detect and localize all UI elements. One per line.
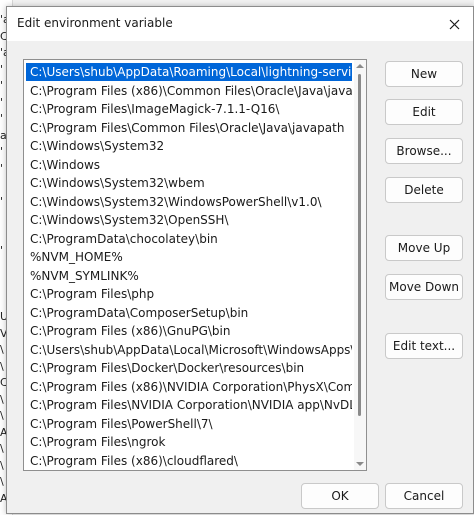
path-list-item[interactable]: C:\Program Files\PowerShell\7\	[26, 415, 352, 433]
move-down-button[interactable]: Move Down	[385, 274, 463, 300]
move-up-button[interactable]: Move Up	[385, 235, 463, 261]
path-list-item[interactable]: C:\Users\shub\AppData\Local\Microsoft\Wi…	[26, 341, 352, 359]
path-list-item[interactable]: C:\Program Files (x86)\NVIDIA Corporatio…	[26, 378, 352, 396]
path-list[interactable]: C:\Users\shub\AppData\Roaming\Local\ligh…	[23, 59, 367, 471]
path-list-item[interactable]: C:\Windows\System32\OpenSSH\	[26, 211, 352, 229]
edit-button[interactable]: Edit	[385, 99, 463, 125]
edit-environment-variable-dialog: Edit environment variable C:\Users\shub\…	[6, 6, 474, 514]
path-list-item[interactable]: C:\ProgramData\ComposerSetup\bin	[26, 304, 352, 322]
vertical-scrollbar[interactable]	[354, 60, 366, 470]
path-list-item[interactable]: C:\Program Files\php	[26, 285, 352, 303]
title-bar: Edit environment variable	[7, 7, 473, 41]
path-list-item[interactable]: C:\Windows\System32\wbem	[26, 174, 352, 192]
path-list-item[interactable]: C:\Program Files\ImageMagick-7.1.1-Q16\	[26, 100, 352, 118]
path-list-item[interactable]: C:\Program Files (x86)\Common Files\Orac…	[26, 82, 352, 100]
scroll-up-arrow-icon[interactable]	[356, 64, 364, 68]
delete-button[interactable]: Delete	[385, 177, 463, 203]
new-button[interactable]: New	[385, 61, 463, 87]
path-list-item[interactable]: C:\Program Files (x86)\GnuPG\bin	[26, 322, 352, 340]
path-list-item[interactable]: C:\Windows\System32	[26, 137, 352, 155]
path-list-item[interactable]: C:\Program Files\Common Files\Oracle\Jav…	[26, 119, 352, 137]
cancel-button[interactable]: Cancel	[385, 483, 463, 509]
path-list-item[interactable]: C:\ProgramData\chocolatey\bin	[26, 230, 352, 248]
scroll-thumb[interactable]	[358, 74, 361, 416]
browse-button[interactable]: Browse...	[385, 138, 463, 164]
close-button[interactable]	[439, 11, 469, 37]
ok-button[interactable]: OK	[301, 483, 379, 509]
edit-text-button[interactable]: Edit text...	[385, 333, 463, 359]
path-list-item[interactable]: C:\Program Files\Docker\Docker\resources…	[26, 359, 352, 377]
path-list-item[interactable]: C:\Users\shub\AppData\Roaming\Local\ligh…	[26, 63, 352, 81]
path-list-item[interactable]: C:\Windows\System32\WindowsPowerShell\v1…	[26, 193, 352, 211]
path-list-item[interactable]: C:\Program Files\ngrok	[26, 433, 352, 451]
path-list-item[interactable]: C:\Program Files\NVIDIA Corporation\NVID…	[26, 396, 352, 414]
path-list-item[interactable]: C:\Program Files (x86)\cloudflared\	[26, 452, 352, 470]
dialog-title: Edit environment variable	[17, 16, 173, 30]
close-icon	[449, 19, 459, 29]
path-list-item[interactable]: %NVM_SYMLINK%	[26, 267, 352, 285]
path-list-item[interactable]: %NVM_HOME%	[26, 248, 352, 266]
scroll-down-arrow-icon[interactable]	[356, 462, 364, 466]
path-list-item[interactable]: C:\Windows	[26, 156, 352, 174]
